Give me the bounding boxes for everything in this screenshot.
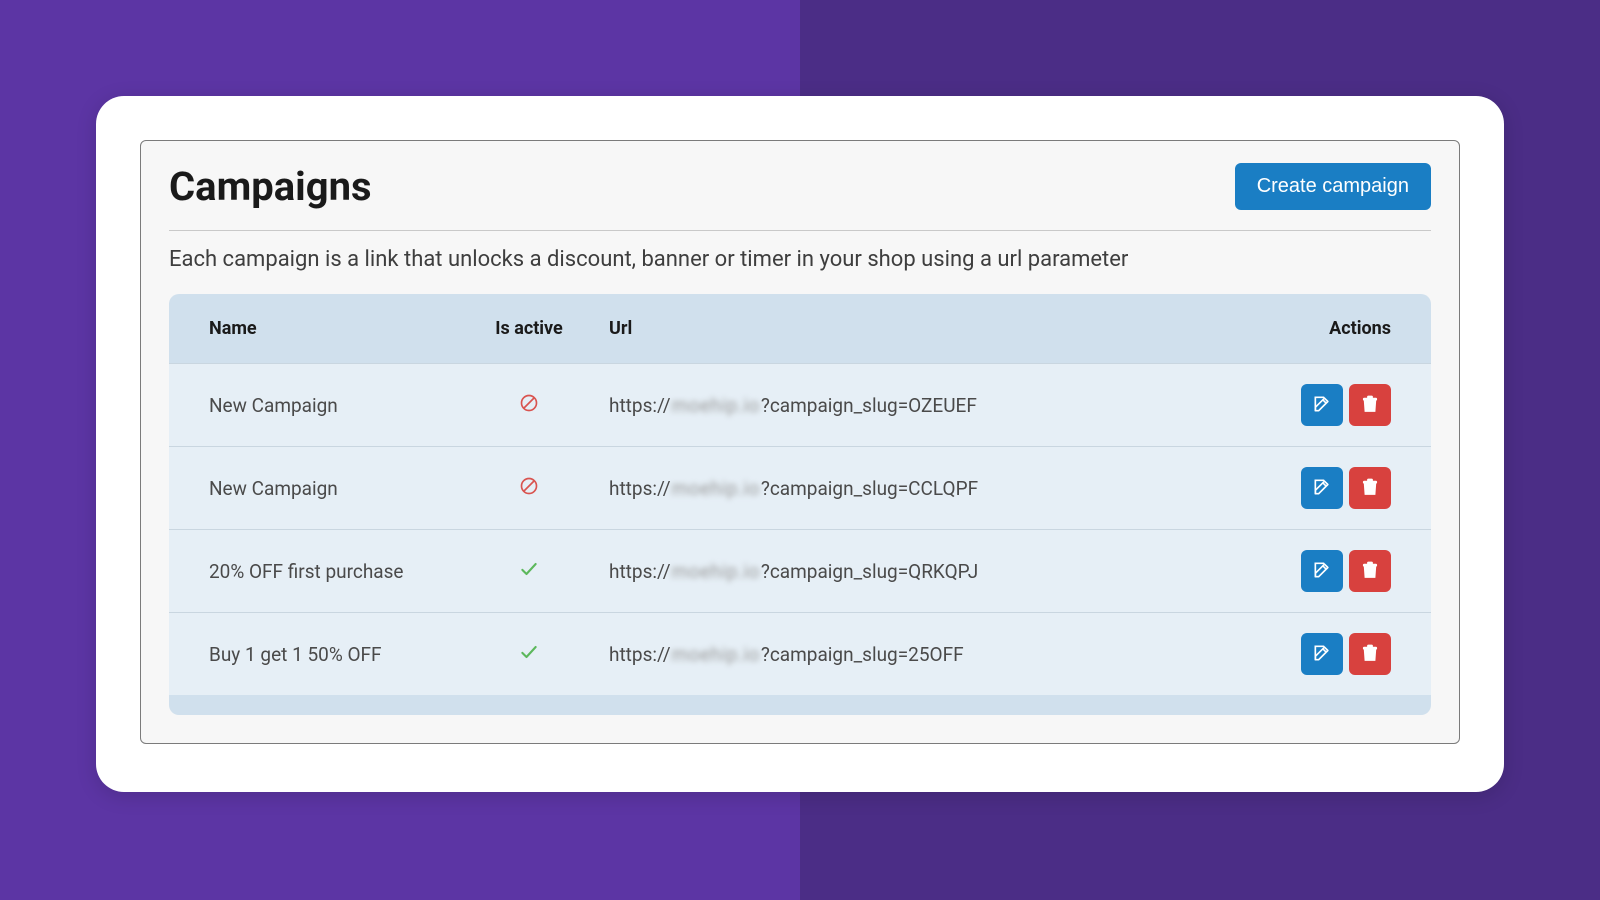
table-row: New Campaign https://moehip.io?campaign_s… [169,364,1431,447]
cell-actions [1271,364,1431,447]
cell-actions [1271,530,1431,613]
url-query: ?campaign_slug=QRKQPJ [761,560,978,583]
cell-is-active [469,530,589,613]
check-icon [519,559,539,584]
url-host-blurred: moehip.io [672,560,760,583]
app-card: Campaigns Create campaign Each campaign … [96,96,1504,792]
trash-icon [1360,560,1380,583]
cell-name: Buy 1 get 1 50% OFF [169,613,469,696]
column-header-is-active: Is active [469,294,589,364]
campaigns-table: Name Is active Url Actions New Campaign h… [169,294,1431,695]
campaigns-table-container: Name Is active Url Actions New Campaign h… [169,294,1431,715]
table-row: New Campaign https://moehip.io?campaign_s… [169,447,1431,530]
url-host-blurred: moehip.io [672,477,760,500]
trash-icon [1360,643,1380,666]
edit-icon [1312,643,1332,666]
cell-name: New Campaign [169,364,469,447]
cell-url: https://moehip.io?campaign_slug=CCLQPF [589,447,1271,530]
check-icon [519,642,539,667]
cell-actions [1271,613,1431,696]
panel-description: Each campaign is a link that unlocks a d… [169,247,1431,272]
url-query: ?campaign_slug=CCLQPF [761,477,978,500]
create-campaign-button[interactable]: Create campaign [1235,163,1431,210]
url-prefix: https:// [609,560,671,583]
slash-circle-icon [519,476,539,501]
cell-url: https://moehip.io?campaign_slug=QRKQPJ [589,530,1271,613]
cell-url: https://moehip.io?campaign_slug=25OFF [589,613,1271,696]
table-header-row: Name Is active Url Actions [169,294,1431,364]
edit-icon [1312,560,1332,583]
edit-button[interactable] [1301,384,1343,426]
trash-icon [1360,477,1380,500]
cell-is-active [469,447,589,530]
edit-icon [1312,394,1332,417]
cell-url: https://moehip.io?campaign_slug=OZEUEF [589,364,1271,447]
delete-button[interactable] [1349,633,1391,675]
url-prefix: https:// [609,394,671,417]
table-row: Buy 1 get 1 50% OFF https://moehip.io?cam… [169,613,1431,696]
delete-button[interactable] [1349,467,1391,509]
trash-icon [1360,394,1380,417]
delete-button[interactable] [1349,550,1391,592]
column-header-actions: Actions [1271,294,1431,364]
column-header-name: Name [169,294,469,364]
url-prefix: https:// [609,643,671,666]
cell-name: 20% OFF first purchase [169,530,469,613]
edit-button[interactable] [1301,467,1343,509]
column-header-url: Url [589,294,1271,364]
cell-actions [1271,447,1431,530]
url-host-blurred: moehip.io [672,643,760,666]
cell-name: New Campaign [169,447,469,530]
url-host-blurred: moehip.io [672,394,760,417]
table-row: 20% OFF first purchase https://moehip.io?… [169,530,1431,613]
cell-is-active [469,364,589,447]
edit-button[interactable] [1301,633,1343,675]
cell-is-active [469,613,589,696]
edit-icon [1312,477,1332,500]
delete-button[interactable] [1349,384,1391,426]
edit-button[interactable] [1301,550,1343,592]
url-query: ?campaign_slug=OZEUEF [761,394,977,417]
slash-circle-icon [519,393,539,418]
page-title: Campaigns [169,163,372,210]
campaigns-panel: Campaigns Create campaign Each campaign … [140,140,1460,744]
panel-header: Campaigns Create campaign [169,163,1431,231]
url-query: ?campaign_slug=25OFF [761,643,964,666]
url-prefix: https:// [609,477,671,500]
